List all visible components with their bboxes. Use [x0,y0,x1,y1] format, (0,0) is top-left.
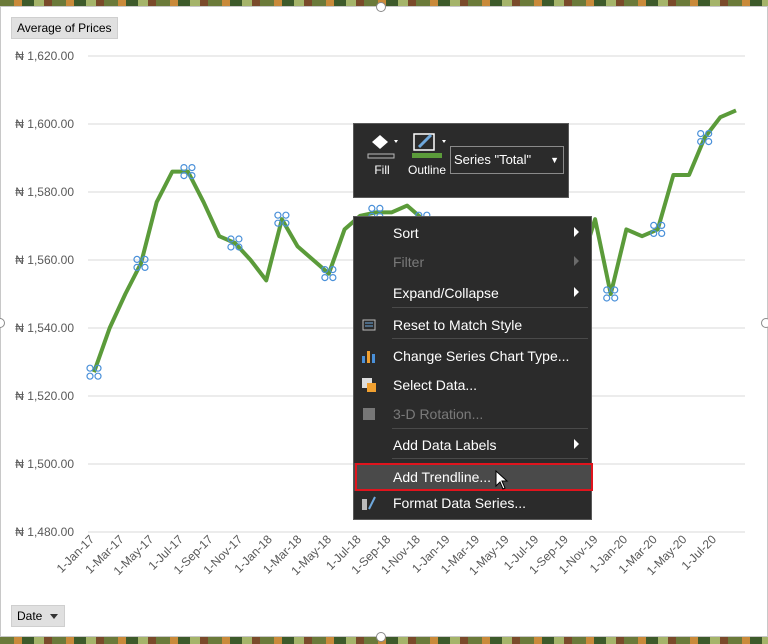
selection-marker-dot [368,204,376,212]
select-data-icon [361,377,377,393]
menu-item-label: Expand/Collapse [393,285,499,301]
menu-item-label: Add Data Labels [393,437,497,453]
mini-toolbar: Fill Outline Series "Total" ▼ [353,123,569,198]
menu-item-label: Change Series Chart Type... [393,348,570,364]
menu-separator [392,428,588,429]
menu-item-3-d-rotation[interactable]: 3-D Rotation... [354,400,591,428]
selection-marker-dot [235,235,243,243]
menu-item-reset-to-match-style[interactable]: Reset to Match Style [354,311,591,339]
menu-item-expand-collapse[interactable]: Expand/Collapse [354,279,591,307]
menu-separator [392,458,588,459]
selection-marker-dot [141,263,149,271]
selection-marker-dot [603,294,611,302]
menu-item-change-series-chart-type[interactable]: Change Series Chart Type... [354,342,591,370]
selection-marker-dot [329,274,337,282]
y-tick-label: ₦ 1,540.00 [15,321,74,335]
add-trendline-highlight-box [355,463,593,491]
selection-marker-dot [86,372,94,380]
submenu-arrow-icon [574,227,579,237]
format-series-icon [361,495,377,511]
menu-item-label: Select Data... [393,377,478,393]
axis-field-button[interactable]: Date [11,605,66,627]
selection-marker-dot [705,138,713,146]
menu-item-select-data[interactable]: Select Data... [354,371,591,399]
y-tick-label: ₦ 1,500.00 [15,457,74,471]
paint-bucket-icon [367,135,398,159]
y-tick-label: ₦ 1,600.00 [15,117,74,131]
selection-marker-dot [611,294,619,302]
outline-button[interactable]: Outline [406,132,448,177]
submenu-arrow-icon [574,439,579,449]
menu-separator [392,338,588,339]
menu-item-format-data-series[interactable]: Format Data Series... [354,489,591,517]
selection-marker-dot [86,364,94,372]
selection-marker-dot [650,221,658,229]
y-tick-label: ₦ 1,560.00 [15,253,74,267]
menu-item-label: Filter [393,254,425,270]
submenu-arrow-icon [574,256,579,266]
menu-item-label: Reset to Match Style [393,317,523,333]
selection-marker-dot [227,243,235,251]
fill-label: Fill [374,163,390,177]
filter-dropdown-icon [50,614,59,619]
axis-field-label: Date [17,609,43,623]
menu-separator [392,307,588,308]
menu-item-label: 3-D Rotation... [393,406,484,422]
cube-icon [361,406,377,422]
menu-item-sort[interactable]: Sort [354,219,591,247]
menu-item-label: Format Data Series... [393,495,527,511]
selection-marker-dot [282,211,290,219]
menu-item-filter[interactable]: Filter [354,248,591,276]
selection-marker-dot [133,255,141,263]
series-selector-dropdown[interactable]: Series "Total" ▼ [450,146,564,174]
reset-style-icon [361,317,377,333]
selection-marker-dot [697,130,705,138]
fill-button[interactable]: Fill [364,132,400,177]
selection-marker-dot [658,229,666,237]
selection-marker-dot [188,164,196,172]
menu-item-label: Sort [393,225,419,241]
selection-marker-dot [321,274,329,282]
selection-marker-dot [94,372,102,380]
menu-item-add-data-labels[interactable]: Add Data Labels [354,431,591,459]
selection-marker-dot [274,211,282,219]
pen-outline-icon [412,133,446,158]
y-tick-label: ₦ 1,520.00 [15,389,74,403]
outline-label: Outline [407,163,447,177]
y-tick-label: ₦ 1,580.00 [15,185,74,199]
y-tick-label: ₦ 1,620.00 [15,49,74,63]
series-selector-value: Series "Total" [454,152,532,167]
y-tick-label: ₦ 1,480.00 [15,525,74,539]
bar-chart-icon [361,348,377,364]
mouse-cursor-icon [495,470,509,490]
chevron-down-icon: ▼ [550,155,559,165]
submenu-arrow-icon [574,287,579,297]
